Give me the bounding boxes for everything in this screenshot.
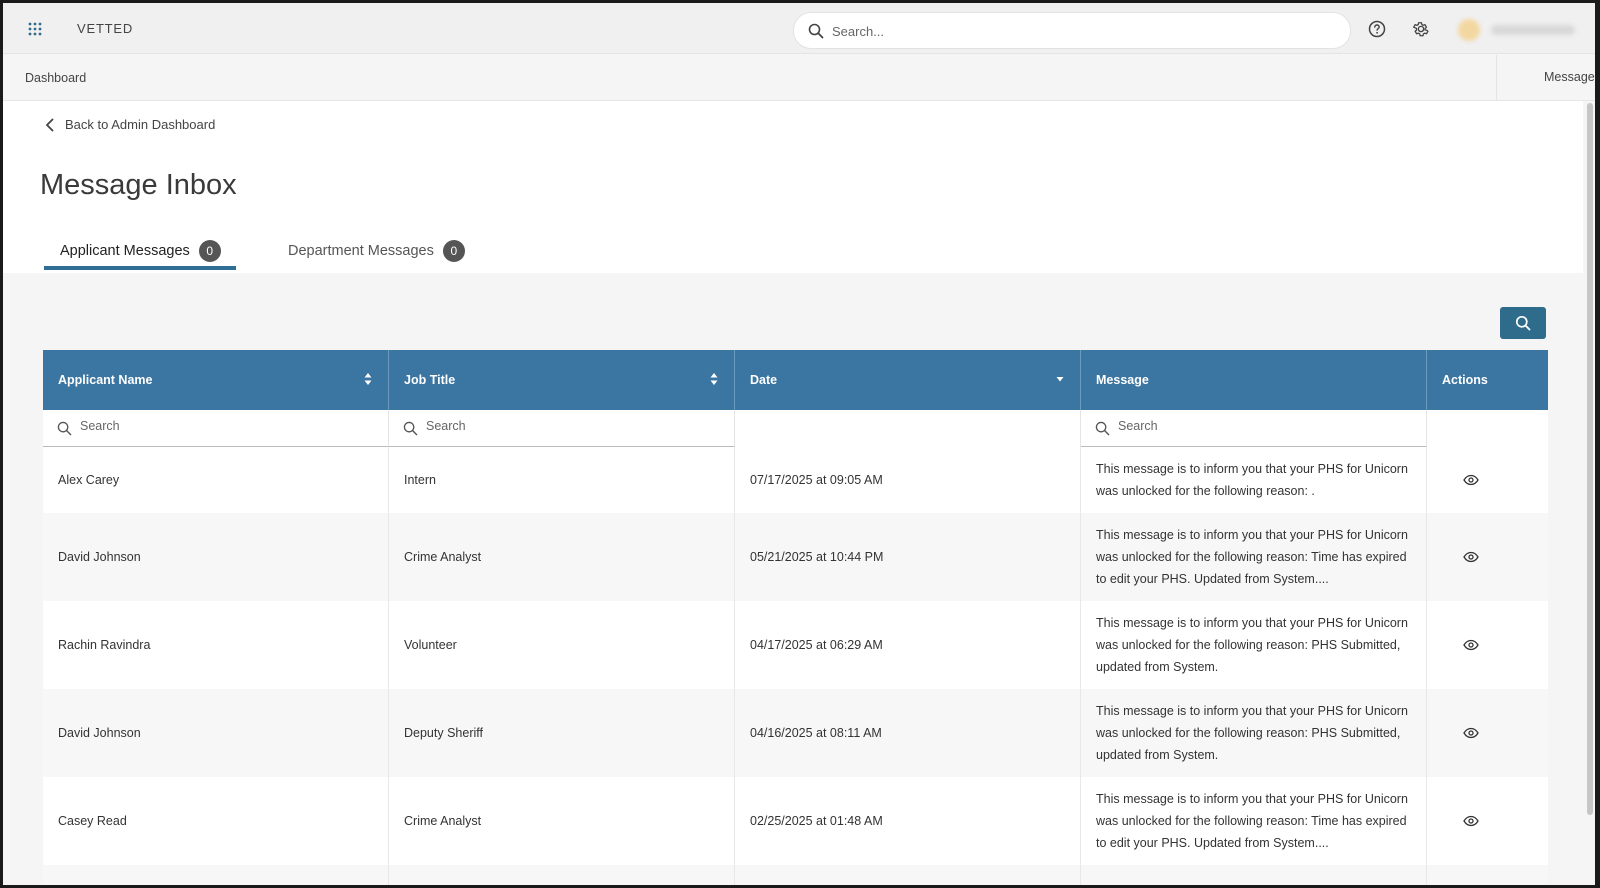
eye-icon[interactable] <box>1462 551 1479 563</box>
table-search-button[interactable] <box>1500 307 1546 339</box>
back-to-dashboard-link[interactable]: Back to Admin Dashboard <box>45 117 215 132</box>
eye-icon[interactable] <box>1462 474 1479 486</box>
table-row: David Johnson Deputy Sheriff 04/16/2025 … <box>43 689 1548 777</box>
filter-actions-empty <box>1427 410 1548 447</box>
breadcrumb-dashboard[interactable]: Dashboard <box>25 71 86 85</box>
cell-date: 04/17/2025 at 06:29 AM <box>735 601 1081 689</box>
column-label: Message <box>1096 373 1149 387</box>
cell-message: This message is to inform you that your … <box>1081 601 1427 689</box>
column-label: Applicant Name <box>58 373 153 387</box>
eye-icon[interactable] <box>1462 727 1479 739</box>
help-icon[interactable] <box>1368 20 1386 38</box>
cell-job-title: Crime Analyst <box>389 777 735 865</box>
column-header-job-title[interactable]: Job Title <box>389 350 735 410</box>
cell-empty <box>1427 865 1548 885</box>
cell-actions <box>1427 447 1548 513</box>
apps-grid-icon[interactable] <box>27 21 43 37</box>
global-search-input[interactable] <box>832 21 1332 41</box>
cell-date: 05/21/2025 at 10:44 PM <box>735 513 1081 601</box>
column-label: Actions <box>1442 373 1488 387</box>
filter-date-empty <box>735 410 1081 447</box>
chevron-left-icon <box>46 118 54 131</box>
search-icon <box>403 421 418 436</box>
cell-date: 02/25/2025 at 01:48 AM <box>735 777 1081 865</box>
table-header: Applicant Name Job Title Date Message Ac… <box>43 350 1548 410</box>
cell-applicant-name: David Johnson <box>43 513 389 601</box>
filter-job-title[interactable] <box>389 410 735 447</box>
messages-link[interactable]: Messages <box>1496 55 1595 101</box>
user-name-redacted[interactable] <box>1491 25 1575 35</box>
cell-message: This message is to inform you that your … <box>1081 513 1427 601</box>
messages-table: Applicant Name Job Title Date Message Ac… <box>43 350 1548 885</box>
count-badge: 0 <box>198 240 221 262</box>
sort-icon[interactable] <box>364 372 372 386</box>
count-badge: 0 <box>442 240 465 262</box>
search-icon <box>808 23 824 39</box>
table-row: David Johnson Crime Analyst 05/21/2025 a… <box>43 513 1548 601</box>
gear-icon[interactable] <box>1412 20 1430 38</box>
brand-name: VETTED <box>77 21 134 36</box>
filter-applicant-name-input[interactable] <box>80 419 330 433</box>
messages-link-label: Messages <box>1544 70 1595 84</box>
cell-job-title: Volunteer <box>389 601 735 689</box>
top-bar: VETTED <box>3 3 1595 54</box>
scrollbar[interactable] <box>1585 101 1595 885</box>
cell-actions <box>1427 513 1548 601</box>
cell-empty <box>43 865 389 885</box>
sort-descending-icon[interactable] <box>1056 372 1064 386</box>
tab-label: Department Messages <box>288 243 434 259</box>
cell-message: This message is to inform you that your … <box>1081 777 1427 865</box>
cell-job-title: Intern <box>389 447 735 513</box>
app-window: VETTED Dashboard Messages <box>3 3 1595 885</box>
filter-message[interactable] <box>1081 410 1427 447</box>
cell-empty <box>735 865 1081 885</box>
column-header-date[interactable]: Date <box>735 350 1081 410</box>
breadcrumb-bar: Dashboard Messages <box>3 55 1595 101</box>
table-row-partial <box>43 865 1548 885</box>
cell-actions <box>1427 689 1548 777</box>
tab-department-messages[interactable]: Department Messages 0 <box>288 240 465 262</box>
column-header-applicant-name[interactable]: Applicant Name <box>43 350 389 410</box>
tab-label: Applicant Messages <box>60 243 190 259</box>
active-tab-indicator <box>44 266 236 270</box>
page-title: Message Inbox <box>40 169 237 201</box>
search-icon <box>1515 315 1531 331</box>
tab-applicant-messages[interactable]: Applicant Messages 0 <box>60 240 221 262</box>
cell-empty <box>1081 865 1427 885</box>
search-icon <box>57 421 72 436</box>
table-row: Casey Read Crime Analyst 02/25/2025 at 0… <box>43 777 1548 865</box>
global-search[interactable] <box>793 12 1351 49</box>
column-header-message: Message <box>1081 350 1427 410</box>
cell-message: This message is to inform you that your … <box>1081 689 1427 777</box>
cell-applicant-name: Alex Carey <box>43 447 389 513</box>
table-row: Rachin Ravindra Volunteer 04/17/2025 at … <box>43 601 1548 689</box>
filter-message-input[interactable] <box>1118 419 1368 433</box>
search-icon <box>1095 421 1110 436</box>
column-label: Date <box>750 373 778 387</box>
filter-row <box>43 410 1548 447</box>
cell-actions <box>1427 777 1548 865</box>
sort-icon[interactable] <box>710 372 718 386</box>
eye-icon[interactable] <box>1462 815 1479 827</box>
cell-applicant-name: Rachin Ravindra <box>43 601 389 689</box>
back-link-label: Back to Admin Dashboard <box>65 117 216 132</box>
cell-date: 07/17/2025 at 09:05 AM <box>735 447 1081 513</box>
column-label: Job Title <box>404 373 456 387</box>
cell-date: 04/16/2025 at 08:11 AM <box>735 689 1081 777</box>
scroll-thumb[interactable] <box>1587 103 1593 815</box>
cell-applicant-name: David Johnson <box>43 689 389 777</box>
cell-job-title: Deputy Sheriff <box>389 689 735 777</box>
column-header-actions: Actions <box>1427 350 1548 410</box>
filter-job-title-input[interactable] <box>426 419 676 433</box>
eye-icon[interactable] <box>1462 639 1479 651</box>
filter-applicant-name[interactable] <box>43 410 389 447</box>
cell-actions <box>1427 601 1548 689</box>
cell-applicant-name: Casey Read <box>43 777 389 865</box>
user-avatar[interactable] <box>1458 19 1480 41</box>
page-header: Back to Admin Dashboard Message Inbox Ap… <box>3 101 1583 273</box>
cell-message: This message is to inform you that your … <box>1081 447 1427 513</box>
cell-empty <box>389 865 735 885</box>
table-row: Alex Carey Intern 07/17/2025 at 09:05 AM… <box>43 447 1548 513</box>
cell-job-title: Crime Analyst <box>389 513 735 601</box>
